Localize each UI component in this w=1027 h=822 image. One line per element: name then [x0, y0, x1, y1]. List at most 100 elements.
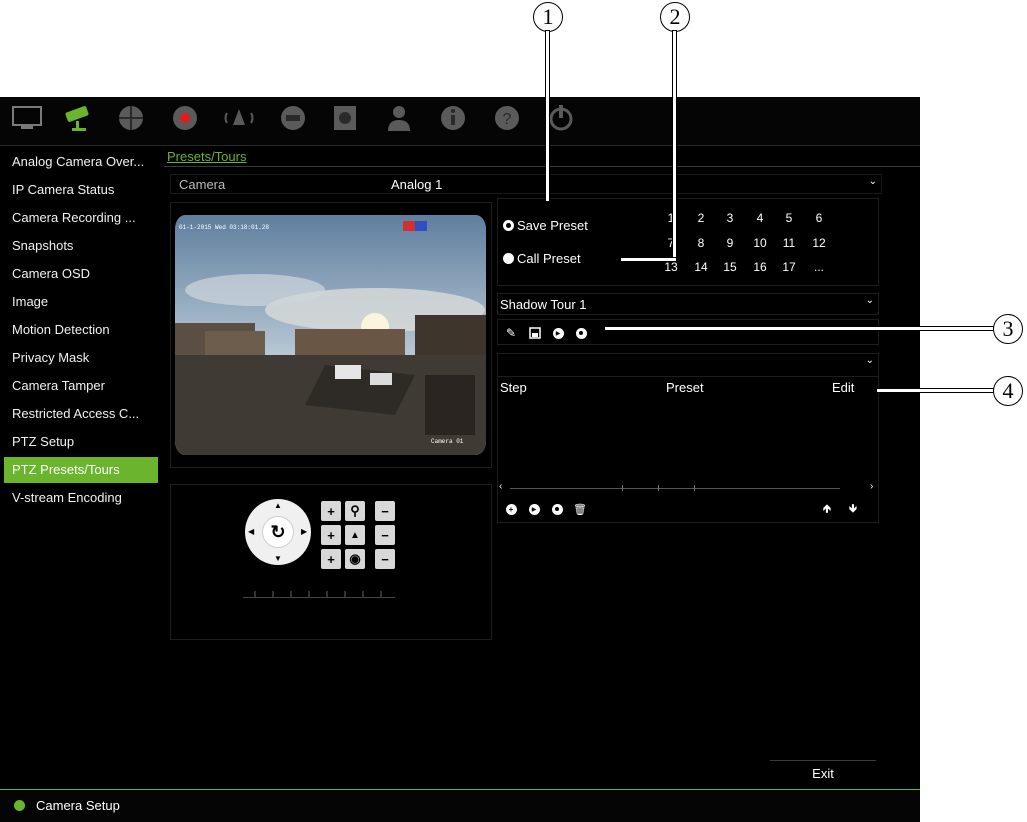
rotate-icon: ↻: [270, 521, 286, 542]
preset-number[interactable]: 12: [807, 236, 831, 250]
iris-icon: ◉: [345, 549, 365, 569]
chevron-down-icon: ⌄: [868, 176, 877, 187]
column-header-step: Step: [500, 380, 527, 395]
callout-1: 1: [533, 2, 563, 32]
camera-icon[interactable]: [62, 101, 96, 135]
stop-tour-icon[interactable]: [572, 324, 590, 342]
tour-toolbar: ✎ ▶: [497, 319, 879, 345]
call-preset-label[interactable]: Call Preset: [517, 251, 581, 266]
chevron-down-icon: ⌄: [865, 355, 874, 366]
edit-tour-icon[interactable]: ✎: [502, 324, 520, 342]
save-preset-label[interactable]: Save Preset: [517, 218, 588, 233]
preset-number[interactable]: 1: [659, 211, 683, 225]
delete-step-icon[interactable]: 🗑: [571, 500, 589, 518]
call-preset-radio[interactable]: [503, 253, 514, 264]
arrow-down-icon[interactable]: ▼: [274, 554, 282, 563]
callout-2-leader-horizontal: [620, 257, 677, 262]
preset-number[interactable]: 14: [689, 260, 713, 274]
play-tour-icon[interactable]: ▶: [549, 324, 567, 342]
network-icon[interactable]: [114, 101, 148, 135]
user-icon[interactable]: [382, 101, 416, 135]
breadcrumb[interactable]: Presets/Tours: [167, 149, 246, 164]
zoom-icon: ⚲: [345, 501, 365, 521]
ptz-speed-slider[interactable]: [243, 583, 395, 598]
sidebar-item-image[interactable]: Image: [4, 289, 158, 315]
save-tour-icon[interactable]: [526, 324, 544, 342]
alarm-icon[interactable]: [222, 101, 256, 135]
sidebar-item-camera-osd[interactable]: Camera OSD: [4, 261, 158, 287]
preset-number[interactable]: 13: [659, 260, 683, 274]
preset-number[interactable]: 16: [748, 260, 772, 274]
iris-open-button[interactable]: +: [321, 549, 341, 569]
focus-far-button[interactable]: −: [375, 525, 395, 545]
status-icon: [14, 800, 25, 811]
sidebar-item-snapshots[interactable]: Snapshots: [4, 233, 158, 259]
exit-button[interactable]: Exit: [770, 760, 876, 787]
arrow-left-icon[interactable]: ◀: [248, 527, 254, 536]
sidebar-item-ptz-setup[interactable]: PTZ Setup: [4, 429, 158, 455]
zoom-out-button[interactable]: −: [375, 501, 395, 521]
preset-number[interactable]: 7: [659, 236, 683, 250]
sidebar-item-v-stream-encoding[interactable]: V-stream Encoding: [4, 485, 158, 511]
sidebar-item-privacy-mask[interactable]: Privacy Mask: [4, 345, 158, 371]
camera-value: Analog 1: [391, 177, 443, 192]
video-timestamp: 01-1-2015 Wed 03:18:01.28: [179, 224, 269, 231]
zoom-in-button[interactable]: +: [321, 501, 341, 521]
camera-selector-row[interactable]: Camera Analog 1 ⌄: [170, 174, 882, 194]
preset-number[interactable]: 9: [718, 236, 742, 250]
device-icon[interactable]: [276, 101, 310, 135]
move-down-icon[interactable]: 🡻: [844, 500, 862, 518]
column-header-preset: Preset: [666, 380, 704, 395]
sidebar-item-motion-detection[interactable]: Motion Detection: [4, 317, 158, 343]
help-icon[interactable]: ?: [490, 101, 524, 135]
top-menu-bar: ?: [0, 97, 920, 146]
play-step-icon[interactable]: ▶: [525, 500, 543, 518]
arrow-right-icon[interactable]: ▶: [301, 527, 307, 536]
sidebar-item-analog-camera-overview[interactable]: Analog Camera Over...: [4, 149, 158, 175]
status-bar: Camera Setup: [0, 789, 920, 822]
system-icon[interactable]: [436, 101, 470, 135]
sidebar-item-camera-tamper[interactable]: Camera Tamper: [4, 373, 158, 399]
move-up-icon[interactable]: 🡹: [818, 500, 836, 518]
video-osd-name: Camera 01: [431, 438, 464, 445]
preset-number[interactable]: 2: [689, 211, 713, 225]
ptz-direction-pad[interactable]: ▲ ▼ ◀ ▶ ↻: [245, 499, 311, 565]
add-step-icon[interactable]: +: [502, 500, 520, 518]
preset-number[interactable]: ...: [807, 260, 831, 274]
stop-step-icon[interactable]: [548, 500, 566, 518]
ptz-control-panel: ▲ ▼ ◀ ▶ ↻ + ⚲ − + ▲ − + ◉ −: [170, 484, 492, 640]
preset-number[interactable]: 17: [777, 260, 801, 274]
preset-number[interactable]: 4: [748, 211, 772, 225]
monitor-icon[interactable]: [10, 101, 44, 135]
preset-number[interactable]: 15: [718, 260, 742, 274]
sidebar-item-ptz-presets-tours[interactable]: PTZ Presets/Tours: [4, 457, 158, 483]
scroll-right-icon[interactable]: ›: [870, 481, 873, 492]
focus-near-button[interactable]: +: [321, 525, 341, 545]
iris-close-button[interactable]: −: [375, 549, 395, 569]
camera-label: Camera: [179, 177, 226, 192]
save-preset-radio[interactable]: [503, 220, 514, 231]
callout-2: 2: [660, 2, 690, 32]
preset-number[interactable]: 3: [718, 211, 742, 225]
preset-number[interactable]: 5: [777, 211, 801, 225]
horizontal-scrollbar[interactable]: ‹ ›: [498, 481, 878, 494]
preset-number[interactable]: 11: [777, 236, 801, 250]
storage-icon[interactable]: [328, 101, 362, 135]
scroll-left-icon[interactable]: ‹: [499, 481, 502, 492]
preset-panel: Save Preset Call Preset 1 2 3 4 5 6 7 8 …: [497, 198, 879, 286]
tour-selector[interactable]: Shadow Tour 1 ⌄: [497, 293, 879, 315]
preset-number[interactable]: 8: [689, 236, 713, 250]
tour-steps-panel: ⌄ Step Preset Edit ‹ › + ▶ 🗑 🡹 🡻: [497, 353, 879, 523]
ptz-center-button[interactable]: ↻: [262, 516, 294, 548]
sidebar-item-ip-camera-status[interactable]: IP Camera Status: [4, 177, 158, 203]
callout-2-leader-vertical: [672, 30, 677, 262]
sidebar-item-restricted-access[interactable]: Restricted Access C...: [4, 401, 158, 427]
preset-number[interactable]: 6: [807, 211, 831, 225]
sidebar-item-camera-recording[interactable]: Camera Recording ...: [4, 205, 158, 231]
focus-icon: ▲: [345, 525, 365, 545]
preset-number[interactable]: 10: [748, 236, 772, 250]
callout-1-leader: [545, 30, 550, 202]
arrow-up-icon[interactable]: ▲: [274, 501, 282, 510]
record-icon[interactable]: [168, 101, 202, 135]
chevron-down-icon: ⌄: [865, 295, 874, 306]
